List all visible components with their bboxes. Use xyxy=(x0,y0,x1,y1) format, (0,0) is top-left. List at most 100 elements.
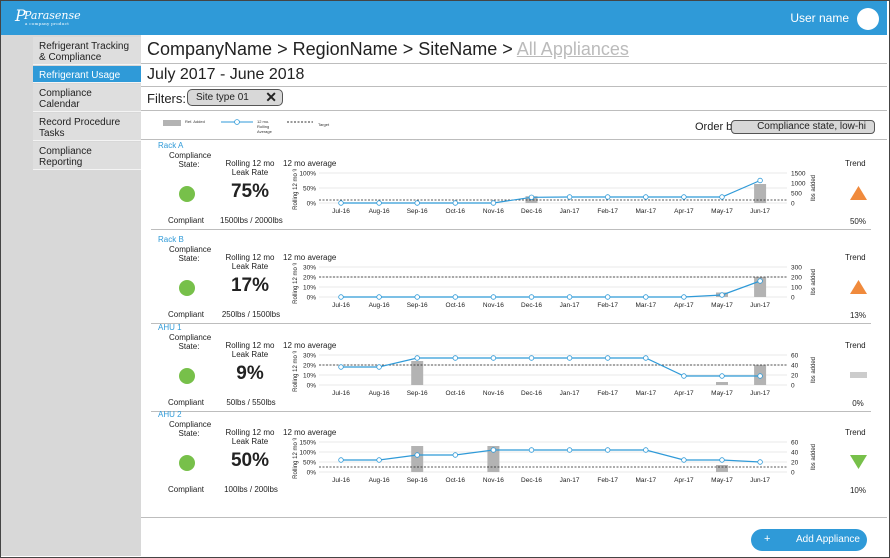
leak-rate-chart: 150% 100% 50% 0% 60 40 20 0 Rolling 12 mo % lbs a… xyxy=(293,438,817,484)
month-label: Mar-17 xyxy=(636,390,657,397)
rolling-average-point xyxy=(566,194,573,200)
month-label: Aug-16 xyxy=(369,208,390,215)
rolling-average-point xyxy=(414,200,420,206)
y-axis-right-title: lbs added xyxy=(811,357,817,383)
rolling-average-point xyxy=(452,452,458,458)
left-tick-label: 50% xyxy=(303,186,316,193)
month-label: Oct-16 xyxy=(446,477,466,484)
breadcrumb-region[interactable]: RegionName xyxy=(293,39,398,59)
rolling-average-point xyxy=(376,364,382,370)
rolling-average-point xyxy=(719,457,725,463)
sidebar-item-compliance-calendar[interactable]: Compliance Calendar xyxy=(33,84,141,112)
month-label: Jul-16 xyxy=(332,477,350,484)
average-label: 12 mo average xyxy=(283,428,337,437)
y-axis-left-title: Rolling 12 mo % xyxy=(293,351,299,392)
lbs-summary: 100lbs / 200lbs xyxy=(224,485,278,494)
sidebar-item-refrigerant-usage[interactable]: Refrigerant Usage xyxy=(33,66,141,83)
left-tick-label: 0% xyxy=(307,201,317,208)
average-label: 12 mo average xyxy=(283,341,337,350)
rolling-average-point xyxy=(757,459,763,465)
add-appliance-button[interactable]: + Add Appliance xyxy=(751,529,867,551)
month-label: Dec-16 xyxy=(521,208,542,215)
y-axis-left-title: Rolling 12 mo % xyxy=(293,263,299,304)
legend-rolling-average: 12 mo. Rolling Average xyxy=(257,119,272,134)
compliance-status-dot xyxy=(179,280,195,296)
month-label: Jul-16 xyxy=(332,302,350,309)
rolling-average-point xyxy=(681,373,687,379)
rolling-average-point xyxy=(643,294,649,300)
month-label: Dec-16 xyxy=(521,477,542,484)
rolling-average-point xyxy=(414,452,420,458)
month-label: May-17 xyxy=(711,390,733,397)
rolling-average-point xyxy=(490,355,497,361)
appliance-name[interactable]: Rack B xyxy=(158,235,184,244)
rolling-average-point xyxy=(338,457,344,463)
ref-added-bar xyxy=(411,446,424,472)
plus-icon: + xyxy=(764,533,771,545)
breadcrumb-separator: > xyxy=(502,39,513,59)
trend-up-icon xyxy=(850,186,867,200)
trend-label: Trend xyxy=(845,428,866,437)
right-tick-label: 0 xyxy=(791,295,795,302)
breadcrumb-company[interactable]: CompanyName xyxy=(147,39,272,59)
close-icon[interactable]: ✕ xyxy=(265,89,277,106)
order-by-select[interactable]: Compliance state, low-hi xyxy=(731,120,875,134)
rolling-average-point xyxy=(566,355,573,361)
rolling-average-point xyxy=(605,294,611,300)
divider xyxy=(141,63,887,64)
rolling-average-point xyxy=(719,373,725,379)
rolling-average-point xyxy=(681,294,687,300)
lbs-summary: 50lbs / 550lbs xyxy=(226,398,276,407)
right-tick-label: 20 xyxy=(791,460,799,467)
month-label: Apr-17 xyxy=(674,390,694,397)
left-tick-label: 30% xyxy=(303,353,316,360)
rolling-average-point xyxy=(376,200,382,206)
left-tick-label: 100% xyxy=(299,171,316,178)
y-axis-right-title: lbs added xyxy=(811,175,817,201)
breadcrumb-all-appliances-link[interactable]: All Appliances xyxy=(517,39,629,59)
avatar[interactable] xyxy=(857,8,879,30)
filter-chip[interactable]: Site type 01 ✕ xyxy=(187,89,283,106)
breadcrumb-site[interactable]: SiteName xyxy=(418,39,497,59)
appliance-name[interactable]: AHU 1 xyxy=(158,323,182,332)
date-range: July 2017 - June 2018 xyxy=(147,66,305,83)
compliance-status-text: Compliant xyxy=(168,398,205,407)
trend-percent: 50% xyxy=(849,217,866,226)
month-label: Oct-16 xyxy=(446,302,466,309)
compliance-status-text: Compliant xyxy=(168,485,205,494)
rolling-average-point xyxy=(490,200,497,206)
y-axis-left-title: Rolling 12 mo % xyxy=(293,438,299,479)
rolling-average-point xyxy=(757,373,763,379)
sidebar: Refrigerant Tracking & Compliance Refrig… xyxy=(1,35,141,556)
right-tick-label: 300 xyxy=(791,265,802,272)
brand-logo[interactable]: P Parasense a company product xyxy=(15,6,85,30)
month-label: Jun-17 xyxy=(750,477,770,484)
breadcrumb: CompanyName > RegionName > SiteName > Al… xyxy=(147,39,629,60)
sidebar-item-refrigerant-tracking[interactable]: Refrigerant Tracking & Compliance xyxy=(33,37,141,65)
sidebar-strip xyxy=(1,35,32,556)
month-label: Jun-17 xyxy=(750,390,770,397)
leak-rate-chart: 30% 20% 10% 0% 300 200 100 0 Rolling 12 mo % lbs … xyxy=(293,263,817,309)
compliance-status-dot xyxy=(179,186,195,202)
month-label: Nov-16 xyxy=(483,208,504,215)
compliance-status-text: Compliant xyxy=(168,310,205,319)
sidebar-item-compliance-reporting[interactable]: Compliance Reporting xyxy=(33,142,141,170)
rolling-average-point xyxy=(490,447,497,453)
sidebar-item-record-procedure-tasks[interactable]: Record Procedure Tasks xyxy=(33,113,141,141)
divider xyxy=(151,229,871,230)
y-axis-left-title: Rolling 12 mo % xyxy=(293,169,299,210)
compliance-state-label: Compliance State: xyxy=(169,333,212,351)
month-label: Oct-16 xyxy=(446,390,466,397)
ref-added-bar xyxy=(716,382,728,385)
leak-rate-value: 9% xyxy=(236,363,264,384)
appliance-name[interactable]: AHU 2 xyxy=(158,410,182,419)
left-tick-label: 0% xyxy=(307,295,317,302)
month-label: Sep-16 xyxy=(407,477,428,484)
average-label: 12 mo average xyxy=(283,253,337,262)
appliance-name[interactable]: Rack A xyxy=(158,141,183,150)
user-name[interactable]: User name xyxy=(790,11,849,25)
month-label: Jan-17 xyxy=(560,302,580,309)
rolling-average-point xyxy=(681,194,687,200)
legend-target: Target xyxy=(318,122,330,127)
appliance-card: Rack A Compliance State: Compliant Rolling … xyxy=(141,141,887,231)
